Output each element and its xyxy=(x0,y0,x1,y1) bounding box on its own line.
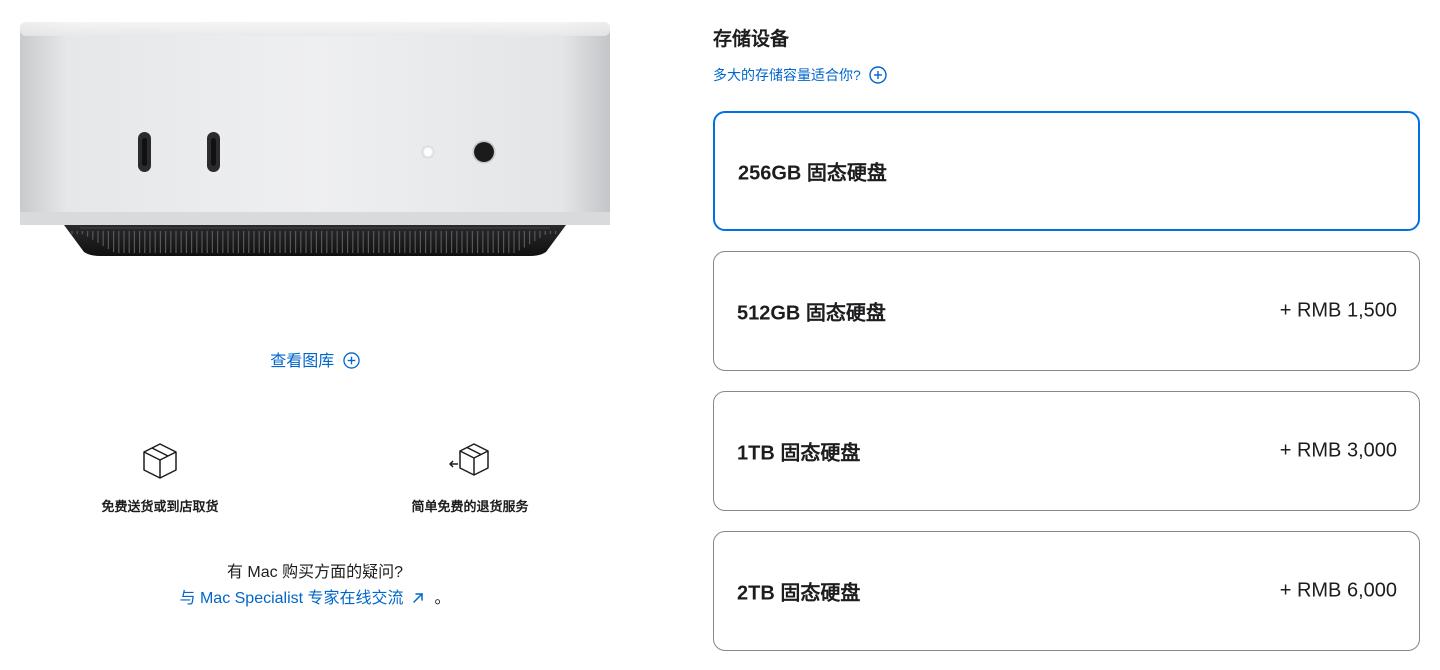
storage-help-label: 多大的存储容量适合你? xyxy=(713,67,861,83)
chat-with-specialist-link[interactable]: 与 Mac Specialist 专家在线交流 xyxy=(180,590,429,607)
storage-option-price: + RMB 3,000 xyxy=(1279,439,1397,462)
storage-option-name: 2TB 固态硬盘 xyxy=(737,582,861,605)
plus-circle-icon xyxy=(868,66,887,84)
return-box-icon xyxy=(449,443,489,476)
storage-option-1tb[interactable]: 1TB 固态硬盘 + RMB 3,000 xyxy=(713,391,1420,511)
storage-option-price: + RMB 6,000 xyxy=(1279,579,1397,602)
storage-section-title: 存储设备 xyxy=(713,29,790,50)
storage-option-name: 512GB 固态硬盘 xyxy=(737,302,886,325)
help-section: 有 Mac 购买方面的疑问? 与 Mac Specialist 专家在线交流 。 xyxy=(0,560,630,612)
benefit-free-delivery-label: 免费送货或到店取货 xyxy=(101,499,219,514)
product-gallery-panel: 查看图库 免费送货或到店取货 简单免费的退货服务 有 Mac 购买方面的疑问? … xyxy=(0,0,630,670)
storage-help-link[interactable]: 多大的存储容量适合你? xyxy=(713,65,887,85)
help-period: 。 xyxy=(434,590,451,607)
benefit-free-returns-label: 简单免费的退货服务 xyxy=(411,499,529,514)
storage-configurator: 存储设备 多大的存储容量适合你? 256GB 固态硬盘 512GB 固态硬盘 +… xyxy=(713,0,1420,670)
storage-option-name: 1TB 固态硬盘 xyxy=(737,442,861,465)
chat-with-specialist-label: 与 Mac Specialist 专家在线交流 xyxy=(179,590,404,607)
view-gallery-label: 查看图库 xyxy=(270,353,335,370)
help-question: 有 Mac 购买方面的疑问? xyxy=(226,564,404,581)
benefit-free-delivery: 免费送货或到店取货 xyxy=(30,440,290,515)
plus-circle-icon xyxy=(343,352,360,369)
storage-option-256gb[interactable]: 256GB 固态硬盘 xyxy=(713,111,1420,231)
external-arrow-icon xyxy=(413,593,423,603)
storage-option-price: + RMB 1,500 xyxy=(1279,299,1397,322)
storage-option-512gb[interactable]: 512GB 固态硬盘 + RMB 1,500 xyxy=(713,251,1420,371)
mac-mini-product-image xyxy=(20,22,610,262)
page: 查看图库 免费送货或到店取货 简单免费的退货服务 有 Mac 购买方面的疑问? … xyxy=(0,0,1440,670)
view-gallery-link[interactable]: 查看图库 xyxy=(0,347,630,371)
storage-option-2tb[interactable]: 2TB 固态硬盘 + RMB 6,000 xyxy=(713,531,1420,651)
box-icon xyxy=(143,443,177,479)
benefit-free-returns: 简单免费的退货服务 xyxy=(340,440,600,515)
storage-option-name: 256GB 固态硬盘 xyxy=(738,162,887,185)
